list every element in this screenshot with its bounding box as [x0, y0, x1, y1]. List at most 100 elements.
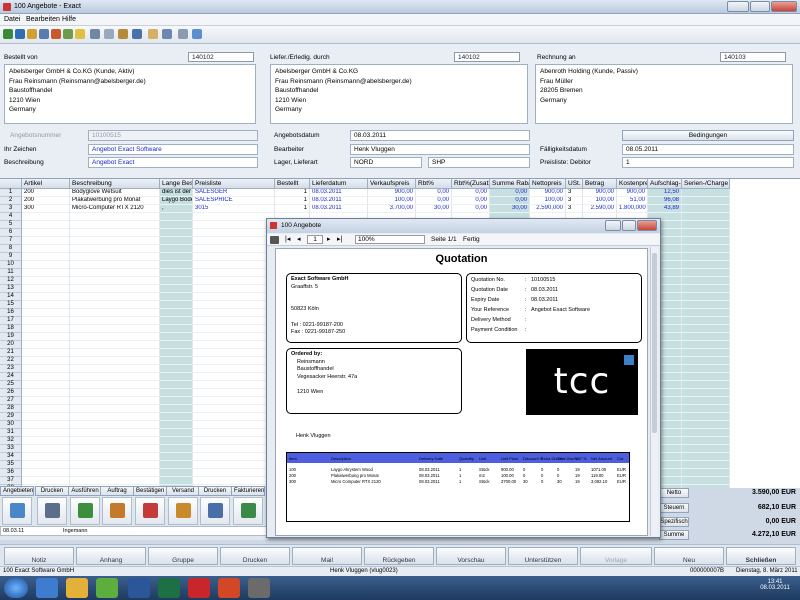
grid-cell[interactable] [160, 301, 193, 309]
row-number[interactable]: 31 [0, 429, 22, 437]
row-number[interactable]: 36 [0, 469, 22, 477]
action-button[interactable] [135, 497, 165, 525]
grid-cell[interactable] [682, 301, 730, 309]
grid-cell[interactable]: 3 [566, 189, 583, 197]
grid-cell[interactable] [22, 261, 70, 269]
grid-cell[interactable] [70, 437, 160, 445]
grid-cell[interactable] [193, 437, 275, 445]
grid-cell[interactable] [160, 341, 193, 349]
grid-cell[interactable] [682, 421, 730, 429]
grid-cell[interactable] [682, 245, 730, 253]
column-header[interactable]: Serien-/Charge [682, 179, 730, 189]
grid-cell[interactable] [160, 389, 193, 397]
bottom-button[interactable]: Mail [292, 547, 362, 565]
row-number[interactable]: 24 [0, 373, 22, 381]
grid-cell[interactable] [70, 365, 160, 373]
grid-cell[interactable] [682, 429, 730, 437]
row-number[interactable]: 7 [0, 237, 22, 245]
grid-cell[interactable] [160, 285, 193, 293]
grid-cell[interactable] [160, 333, 193, 341]
column-header[interactable]: Rbt%(Zusatz) [452, 179, 490, 189]
grid-cell[interactable] [160, 269, 193, 277]
row-number[interactable]: 34 [0, 453, 22, 461]
save-icon[interactable] [39, 29, 49, 39]
grid-cell[interactable] [193, 261, 275, 269]
bottom-button[interactable]: Schließen [726, 547, 796, 565]
print-icon[interactable] [270, 236, 279, 244]
grid-cell[interactable] [682, 349, 730, 357]
row-number[interactable]: 12 [0, 277, 22, 285]
row-number[interactable]: 17 [0, 317, 22, 325]
grid-cell[interactable] [193, 381, 275, 389]
grid-cell[interactable] [682, 189, 730, 197]
grid-cell[interactable]: Laygo Bode [160, 197, 193, 205]
bottom-button[interactable]: Anhang [76, 547, 146, 565]
column-header[interactable]: Lieferdatum [310, 179, 368, 189]
grid-cell[interactable] [70, 237, 160, 245]
grid-cell[interactable] [160, 349, 193, 357]
folder-icon[interactable] [148, 29, 158, 39]
grid-cell[interactable] [22, 293, 70, 301]
grid-cell[interactable] [160, 421, 193, 429]
row-number[interactable]: 19 [0, 333, 22, 341]
grid-cell[interactable] [682, 285, 730, 293]
grid-cell[interactable]: 100,00 [583, 197, 617, 205]
grid-cell[interactable] [22, 405, 70, 413]
grid-cell[interactable] [193, 229, 275, 237]
grid-cell[interactable]: 100,00 [368, 197, 416, 205]
settings-icon[interactable] [178, 29, 188, 39]
row-number[interactable]: 15 [0, 301, 22, 309]
grid-cell[interactable] [160, 397, 193, 405]
grid-cell[interactable] [70, 245, 160, 253]
netto-button[interactable]: Netto [659, 488, 689, 498]
word-icon[interactable] [128, 578, 150, 598]
action-button[interactable] [200, 497, 230, 525]
grid-cell[interactable] [193, 469, 275, 477]
grid-cell[interactable] [70, 461, 160, 469]
grid-cell[interactable] [70, 477, 160, 485]
grid-cell[interactable] [193, 397, 275, 405]
grid-cell[interactable]: 900,00 [530, 189, 566, 197]
grid-cell[interactable] [22, 373, 70, 381]
grid-cell[interactable]: 200 [22, 189, 70, 197]
action-button[interactable] [2, 497, 32, 525]
grid-cell[interactable] [193, 325, 275, 333]
grid-cell[interactable] [70, 309, 160, 317]
grid-cell[interactable] [22, 253, 70, 261]
action-tab[interactable]: Ausführen [68, 486, 102, 496]
column-header[interactable]: Rbt% [416, 179, 452, 189]
grid-cell[interactable] [22, 341, 70, 349]
column-header[interactable]: Preisliste [193, 179, 275, 189]
column-header[interactable]: Lange Bes [160, 179, 193, 189]
grid-cell[interactable]: 0,00 [452, 189, 490, 197]
row-number[interactable]: 29 [0, 413, 22, 421]
row-number[interactable]: 2 [0, 197, 22, 205]
grid-cell[interactable] [193, 269, 275, 277]
search-icon[interactable] [75, 29, 85, 39]
grid-cell[interactable] [193, 317, 275, 325]
powerpoint-icon[interactable] [218, 578, 240, 598]
grid-cell[interactable] [193, 453, 275, 461]
grid-cell[interactable]: SALESPRICE [193, 197, 275, 205]
menu-datei[interactable]: Datei [4, 16, 20, 23]
grid-cell[interactable] [22, 413, 70, 421]
bottom-button[interactable]: Drucken [220, 547, 290, 565]
grid-cell[interactable]: SALESGER [193, 189, 275, 197]
last-page-icon[interactable]: ▸| [337, 235, 342, 243]
delete-icon[interactable] [51, 29, 61, 39]
grid-cell[interactable] [70, 429, 160, 437]
grid-cell[interactable] [70, 333, 160, 341]
menu-hilfe[interactable]: Hilfe [62, 16, 76, 23]
row-number[interactable]: 18 [0, 325, 22, 333]
grid-cell[interactable] [193, 237, 275, 245]
row-number[interactable]: 23 [0, 365, 22, 373]
help-icon[interactable] [162, 29, 172, 39]
grid-cell[interactable] [160, 213, 193, 221]
grid-cell[interactable] [22, 333, 70, 341]
grid-cell[interactable] [682, 237, 730, 245]
bottom-button[interactable]: Neu [654, 547, 724, 565]
liefer-input[interactable]: 140102 [454, 52, 520, 62]
grid-cell[interactable] [22, 245, 70, 253]
rechnung-input[interactable]: 140103 [720, 52, 786, 62]
grid-cell[interactable]: Micro-Computer RTX 2120 [70, 205, 160, 213]
